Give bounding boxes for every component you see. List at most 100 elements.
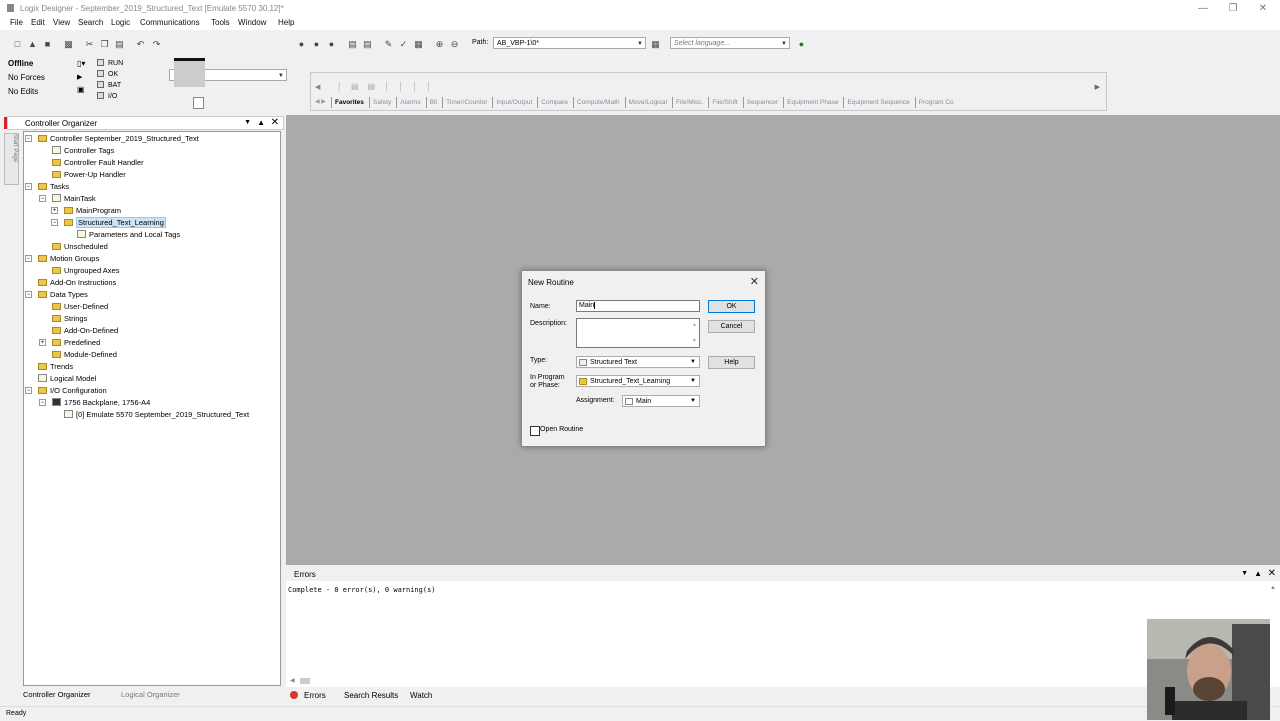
copy-icon[interactable]: ❐ bbox=[100, 40, 109, 49]
tree-power-up-handler[interactable]: Power-Up Handler bbox=[52, 169, 126, 180]
cut-icon[interactable]: ✂ bbox=[85, 40, 94, 49]
tree-logical-model[interactable]: Logical Model bbox=[38, 373, 96, 384]
menu-file[interactable]: File bbox=[10, 18, 23, 27]
palette-tab-program-control[interactable]: Program Co bbox=[914, 97, 957, 108]
forces-status[interactable]: No Forces bbox=[8, 73, 45, 82]
palette-tab-timer-counter[interactable]: Timer/Counter bbox=[442, 97, 490, 108]
program-select[interactable]: Structured_Text_Learning ▼ bbox=[576, 375, 700, 387]
restore-icon[interactable]: ❐ bbox=[1218, 2, 1248, 16]
palette-tab-equipment-sequence[interactable]: Equipment Sequence bbox=[843, 97, 912, 108]
lock-icon[interactable]: ▣ bbox=[77, 85, 85, 94]
minimize-icon[interactable]: — bbox=[1188, 2, 1218, 16]
menu-help[interactable]: Help bbox=[278, 18, 294, 27]
menu-communications[interactable]: Communications bbox=[140, 18, 200, 27]
tree-controller-tags[interactable]: Controller Tags bbox=[52, 145, 114, 156]
organizer-close-icon[interactable]: ✕ bbox=[271, 117, 279, 128]
organizer-tree[interactable]: − Controller September_2019_Structured_Te… bbox=[23, 131, 281, 686]
tree-data-types[interactable]: − Data Types bbox=[25, 289, 88, 300]
tree-controller-fault-handler[interactable]: Controller Fault Handler bbox=[52, 157, 144, 168]
palette-tab-sequencer[interactable]: Sequencer bbox=[742, 97, 781, 108]
menu-search[interactable]: Search bbox=[78, 18, 103, 27]
tree-strings[interactable]: Strings bbox=[52, 313, 87, 324]
tree-motion-groups[interactable]: − Motion Groups bbox=[25, 253, 99, 264]
pin-icon[interactable] bbox=[193, 97, 204, 109]
zoom-in-icon[interactable]: ⊕ bbox=[435, 40, 444, 49]
name-field[interactable]: Main bbox=[576, 300, 700, 312]
assignment-select[interactable]: Main ▼ bbox=[622, 395, 700, 407]
tree-predefined[interactable]: + Predefined bbox=[39, 337, 100, 348]
palette-tab-favorites[interactable]: Favorites bbox=[331, 97, 367, 108]
organizer-pin-icon[interactable]: ▲ bbox=[257, 118, 265, 127]
forces-arrow-icon[interactable]: ▶ bbox=[77, 73, 82, 81]
tabs-scroll-icon[interactable]: ◀ ▶ bbox=[315, 98, 326, 105]
cancel-button[interactable]: Cancel bbox=[708, 320, 755, 333]
tree-controller[interactable]: − Controller September_2019_Structured_Te… bbox=[25, 133, 199, 144]
edit-icon[interactable]: ✎ bbox=[384, 40, 393, 49]
menu-logic[interactable]: Logic bbox=[111, 18, 130, 27]
tab-watch[interactable]: Watch bbox=[410, 691, 432, 700]
tree-structured-text-learning[interactable]: − Structured_Text_Learning bbox=[51, 217, 166, 228]
tree-user-defined[interactable]: User-Defined bbox=[52, 301, 108, 312]
path-combo[interactable]: AB_VBP-1\0* ▼ bbox=[493, 37, 646, 49]
who-active-icon[interactable]: ▦ bbox=[651, 40, 660, 49]
type-select[interactable]: Structured Text ▼ bbox=[576, 356, 700, 368]
palette-tab-compute-math[interactable]: Compute/Math bbox=[573, 97, 623, 108]
tab-errors[interactable]: Errors bbox=[304, 691, 326, 700]
tree-tasks[interactable]: − Tasks bbox=[25, 181, 69, 192]
menu-view[interactable]: View bbox=[53, 18, 70, 27]
tree-add-on-defined[interactable]: Add-On-Defined bbox=[52, 325, 118, 336]
replace-icon[interactable]: ● bbox=[327, 40, 336, 49]
palette-right-arrow-icon[interactable]: ▶ bbox=[1095, 83, 1100, 91]
open-folder-icon[interactable]: ▲ bbox=[28, 40, 37, 49]
ok-button[interactable]: OK bbox=[708, 300, 755, 313]
verify-controller-icon[interactable]: ▤ bbox=[363, 40, 372, 49]
save-icon[interactable]: ■ bbox=[43, 40, 52, 49]
palette-tab-file-shift[interactable]: File/Shift bbox=[708, 97, 740, 108]
verify-routine-icon[interactable]: ▤ bbox=[348, 40, 357, 49]
new-file-icon[interactable]: □ bbox=[13, 40, 22, 49]
errors-scroll-up-icon[interactable]: ▲ bbox=[1270, 585, 1276, 591]
palette-tab-compare[interactable]: Compare bbox=[537, 97, 571, 108]
tree-add-on-instructions[interactable]: Add-On Instructions bbox=[38, 277, 116, 288]
paste-icon[interactable]: ▤ bbox=[115, 40, 124, 49]
menu-edit[interactable]: Edit bbox=[31, 18, 45, 27]
tree-mainprogram[interactable]: + MainProgram bbox=[51, 205, 121, 216]
tree-parameters-local-tags[interactable]: Parameters and Local Tags bbox=[77, 229, 180, 240]
tree-module-defined[interactable]: Module-Defined bbox=[52, 349, 117, 360]
globe-icon[interactable]: ● bbox=[797, 40, 806, 49]
tree-ungrouped-axes[interactable]: Ungrouped Axes bbox=[52, 265, 119, 276]
mode-status[interactable]: Offline bbox=[8, 59, 33, 68]
description-field[interactable]: ▲ ▼ bbox=[576, 318, 700, 348]
start-page-side-tab[interactable]: Start Page bbox=[4, 133, 19, 185]
tab-search-results[interactable]: Search Results bbox=[344, 691, 398, 700]
tree-unscheduled[interactable]: Unscheduled bbox=[52, 241, 108, 252]
redo-icon[interactable]: ↷ bbox=[152, 40, 161, 49]
menu-window[interactable]: Window bbox=[238, 18, 266, 27]
tree-backplane[interactable]: −1756 Backplane, 1756-A4 bbox=[39, 397, 150, 408]
open-routine-checkbox[interactable] bbox=[530, 426, 540, 436]
dialog-close-icon[interactable]: ✕ bbox=[750, 275, 759, 288]
mode-dropdown-icon[interactable]: ▯▾ bbox=[77, 59, 85, 68]
find-icon[interactable]: ● bbox=[297, 40, 306, 49]
organizer-dropdown-icon[interactable]: ▼ bbox=[244, 119, 251, 126]
tab-logical-organizer[interactable]: Logical Organizer bbox=[121, 690, 180, 699]
palette-tab-bit[interactable]: Bit bbox=[425, 97, 441, 108]
undo-icon[interactable]: ↶ bbox=[136, 40, 145, 49]
palette-tab-file-misc[interactable]: File/Misc. bbox=[671, 97, 706, 108]
palette-tab-alarms[interactable]: Alarms bbox=[396, 97, 423, 108]
print-icon[interactable]: ▩ bbox=[64, 40, 73, 49]
close-window-icon[interactable]: ✕ bbox=[1248, 2, 1278, 16]
help-button[interactable]: Help bbox=[708, 356, 755, 369]
description-scroll-up-icon[interactable]: ▲ bbox=[692, 320, 697, 330]
tree-io-configuration[interactable]: − I/O Configuration bbox=[25, 385, 107, 396]
edits-status[interactable]: No Edits bbox=[8, 87, 38, 96]
menu-tools[interactable]: Tools bbox=[211, 18, 230, 27]
errors-dropdown-icon[interactable]: ▼ bbox=[1241, 570, 1248, 577]
errors-hscroll-thumb[interactable] bbox=[300, 678, 310, 684]
tree-emulate-module[interactable]: [0] Emulate 5570 September_2019_Structur… bbox=[64, 409, 249, 420]
tab-controller-organizer[interactable]: Controller Organizer bbox=[23, 690, 91, 699]
editor-workspace[interactable] bbox=[286, 115, 1280, 565]
palette-tab-move-logical[interactable]: Move/Logical bbox=[624, 97, 670, 108]
zoom-out-icon[interactable]: ⊖ bbox=[450, 40, 459, 49]
accept-edits-icon[interactable]: ✓ bbox=[399, 40, 408, 49]
